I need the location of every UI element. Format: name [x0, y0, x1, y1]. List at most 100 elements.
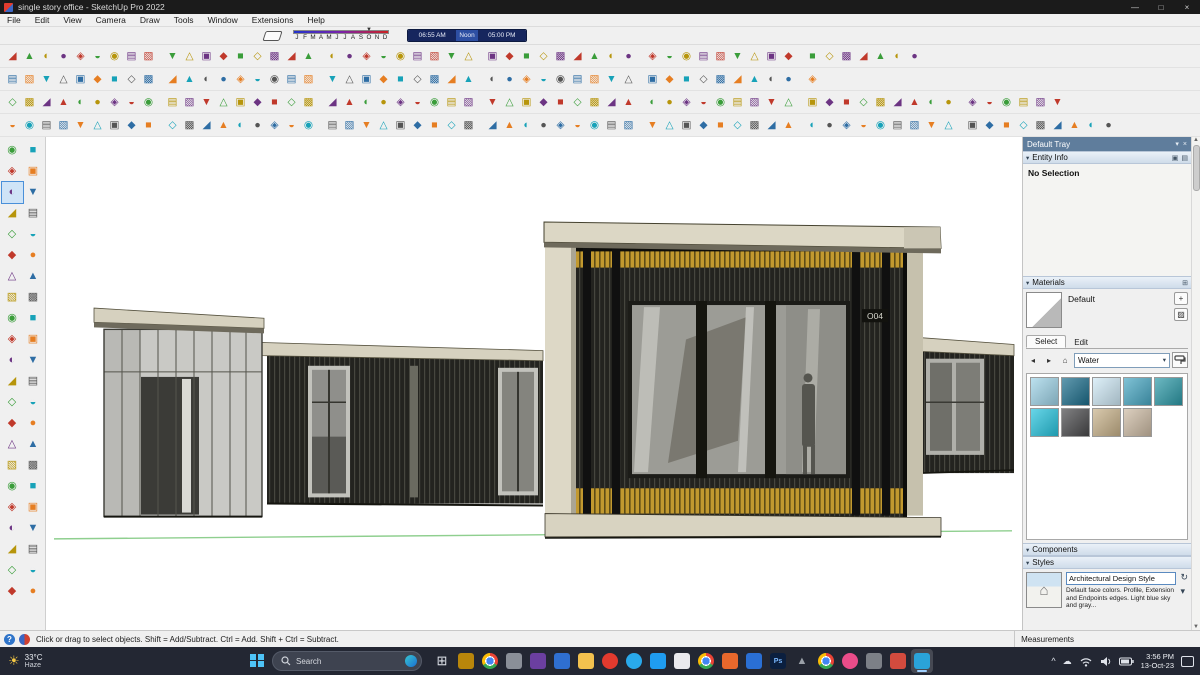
wifi-icon[interactable]: [1079, 656, 1093, 667]
create-material-button[interactable]: +: [1174, 292, 1188, 305]
tool-icon[interactable]: ●: [375, 94, 392, 111]
tool-icon[interactable]: ▤: [23, 371, 44, 392]
minimize-button[interactable]: —: [1122, 0, 1148, 14]
battery-icon[interactable]: [1119, 657, 1134, 666]
scroll-up-icon[interactable]: ▲: [1193, 137, 1199, 143]
tool-icon[interactable]: ▧: [1032, 94, 1049, 111]
tool-icon[interactable]: ◆: [780, 48, 797, 65]
tool-icon[interactable]: ◉: [266, 71, 283, 88]
tool-icon[interactable]: ■: [23, 308, 44, 329]
water-medium-swatch[interactable]: [1123, 377, 1152, 406]
tool-icon[interactable]: △: [341, 71, 358, 88]
tool-icon[interactable]: ■: [232, 48, 249, 65]
tool-icon[interactable]: ▣: [644, 71, 661, 88]
tool-icon[interactable]: ▣: [804, 94, 821, 111]
tool-icon[interactable]: ▣: [964, 117, 981, 134]
menu-file[interactable]: File: [0, 15, 28, 25]
forward-arrow-icon[interactable]: ▸: [1042, 353, 1056, 367]
tool-icon[interactable]: ▼: [72, 117, 89, 134]
tool-icon[interactable]: ◆: [695, 117, 712, 134]
tool-icon[interactable]: ▧: [341, 117, 358, 134]
tool-icon[interactable]: ◢: [729, 71, 746, 88]
tool-icon[interactable]: ▩: [266, 48, 283, 65]
tool-icon[interactable]: ◢: [2, 371, 23, 392]
tool-icon[interactable]: ◈: [644, 48, 661, 65]
tool-icon[interactable]: ■: [266, 94, 283, 111]
close-button[interactable]: ×: [1174, 0, 1200, 14]
tool-icon[interactable]: ◢: [569, 48, 586, 65]
styles-header[interactable]: ▾ Styles: [1023, 556, 1191, 569]
tool-icon[interactable]: ▼: [198, 94, 215, 111]
tool-icon[interactable]: ◐: [324, 48, 341, 65]
help-icon[interactable]: ?: [4, 634, 15, 645]
tool-icon[interactable]: ▤: [409, 48, 426, 65]
tray-scrollbar[interactable]: ▲ ▼: [1191, 137, 1200, 630]
vscode-taskbar-icon[interactable]: [647, 649, 669, 673]
tool-icon[interactable]: ◒: [569, 117, 586, 134]
building-main-block[interactable]: O04: [544, 222, 941, 538]
tool-icon[interactable]: ▣: [23, 329, 44, 350]
app-blue-2-taskbar-icon[interactable]: [743, 649, 765, 673]
tool-icon[interactable]: ●: [940, 94, 957, 111]
tool-icon[interactable]: ▤: [23, 539, 44, 560]
tool-icon[interactable]: ◆: [89, 71, 106, 88]
tool-icon[interactable]: ▲: [21, 48, 38, 65]
tool-icon[interactable]: ◉: [2, 308, 23, 329]
model-canvas-svg[interactable]: O04: [46, 137, 1022, 630]
tool-icon[interactable]: ■: [998, 117, 1015, 134]
tool-icon[interactable]: ◒: [249, 71, 266, 88]
tool-icon[interactable]: ◉: [2, 476, 23, 497]
tool-icon[interactable]: ◇: [2, 224, 23, 245]
tool-icon[interactable]: ◇: [821, 48, 838, 65]
tool-icon[interactable]: ◐: [484, 71, 501, 88]
tool-icon[interactable]: ●: [341, 48, 358, 65]
tool-icon[interactable]: ◉: [552, 71, 569, 88]
tool-icon[interactable]: ◢: [4, 48, 21, 65]
chrome-taskbar-icon[interactable]: [479, 649, 501, 673]
tool-icon[interactable]: ▤: [695, 48, 712, 65]
tool-icon[interactable]: ◆: [375, 71, 392, 88]
paint-roller-icon[interactable]: [1172, 352, 1188, 368]
tool-icon[interactable]: ●: [215, 71, 232, 88]
tool-icon[interactable]: ◉: [712, 94, 729, 111]
menu-camera[interactable]: Camera: [89, 15, 133, 25]
tool-icon[interactable]: ◐: [1083, 117, 1100, 134]
tool-icon[interactable]: ◒: [661, 48, 678, 65]
app-white-taskbar-icon[interactable]: [671, 649, 693, 673]
tool-icon[interactable]: ▼: [358, 117, 375, 134]
tool-icon[interactable]: △: [2, 434, 23, 455]
tool-icon[interactable]: ●: [23, 413, 44, 434]
tool-icon[interactable]: ■: [838, 94, 855, 111]
tool-icon[interactable]: ▤: [123, 48, 140, 65]
model-viewport[interactable]: O04: [46, 137, 1022, 630]
tool-icon[interactable]: ◉: [998, 94, 1015, 111]
tool-icon[interactable]: ◈: [266, 117, 283, 134]
tool-icon[interactable]: ▤: [1015, 94, 1032, 111]
tool-icon[interactable]: ●: [821, 117, 838, 134]
tool-icon[interactable]: ◢: [603, 94, 620, 111]
tool-icon[interactable]: △: [501, 94, 518, 111]
tool-icon[interactable]: ▤: [283, 71, 300, 88]
tool-icon[interactable]: ▣: [518, 94, 535, 111]
tool-icon[interactable]: ▲: [780, 117, 797, 134]
tool-icon[interactable]: ▼: [484, 94, 501, 111]
tool-icon[interactable]: ◢: [443, 71, 460, 88]
tool-icon[interactable]: ◒: [375, 48, 392, 65]
tool-icon[interactable]: ◢: [283, 48, 300, 65]
tool-icon[interactable]: ●: [89, 94, 106, 111]
entity-options-icon[interactable]: ▤: [1181, 154, 1188, 162]
tool-icon[interactable]: ◐: [763, 71, 780, 88]
task-view-taskbar-icon[interactable]: ⊞: [431, 649, 453, 673]
tool-icon[interactable]: ■: [678, 71, 695, 88]
tool-icon[interactable]: ◈: [964, 94, 981, 111]
notification-center-icon[interactable]: [1181, 656, 1194, 667]
tool-icon[interactable]: ●: [23, 581, 44, 602]
tool-icon[interactable]: ◇: [1015, 117, 1032, 134]
tool-icon[interactable]: ▣: [392, 117, 409, 134]
tool-icon[interactable]: ◢: [198, 117, 215, 134]
tool-icon[interactable]: △: [181, 48, 198, 65]
tool-icon[interactable]: ●: [501, 71, 518, 88]
tool-icon[interactable]: ▤: [569, 71, 586, 88]
tool-icon[interactable]: ▩: [460, 117, 477, 134]
tool-icon[interactable]: ◒: [4, 117, 21, 134]
